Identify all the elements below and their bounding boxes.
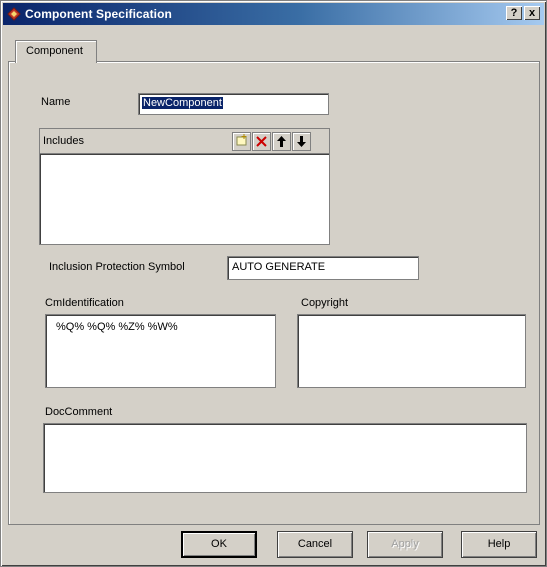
- close-button[interactable]: x: [524, 6, 540, 20]
- component-specification-dialog: Component Specification ? x Component Na…: [0, 0, 547, 567]
- tab-component-label: Component: [26, 45, 83, 57]
- apply-button[interactable]: Apply: [367, 531, 443, 558]
- help-title-button[interactable]: ?: [506, 6, 522, 20]
- copyright-label: Copyright: [301, 297, 349, 309]
- window-title: Component Specification: [25, 7, 172, 21]
- includes-header: Includes: [39, 128, 330, 154]
- move-down-button[interactable]: [292, 132, 311, 151]
- doc-comment-label: DocComment: [45, 406, 113, 418]
- inclusion-protection-label: Inclusion Protection Symbol: [49, 261, 185, 273]
- cancel-button[interactable]: Cancel: [277, 531, 353, 558]
- new-item-icon: [236, 134, 247, 146]
- new-include-button[interactable]: [232, 132, 251, 151]
- title-bar[interactable]: Component Specification ? x: [3, 3, 544, 25]
- name-value: NewComponent: [142, 97, 223, 109]
- includes-list[interactable]: [39, 153, 330, 245]
- cm-identification-value: %Q% %Q% %Z% %W%: [56, 321, 178, 333]
- includes-label: Includes: [43, 135, 84, 147]
- cm-identification-label: CmIdentification: [45, 297, 124, 309]
- delete-icon: [256, 136, 267, 147]
- name-input[interactable]: NewComponent: [138, 93, 329, 115]
- ok-button[interactable]: OK: [181, 531, 257, 558]
- doc-comment-textarea[interactable]: [43, 423, 527, 493]
- name-label: Name: [41, 96, 71, 108]
- copyright-textarea[interactable]: [297, 314, 526, 388]
- inclusion-protection-value: AUTO GENERATE: [232, 261, 326, 273]
- inclusion-protection-input[interactable]: AUTO GENERATE: [227, 256, 419, 280]
- arrow-up-icon: [277, 136, 286, 147]
- arrow-down-icon: [297, 136, 306, 147]
- help-button[interactable]: Help: [461, 531, 537, 558]
- cm-identification-textarea[interactable]: %Q% %Q% %Z% %W%: [45, 314, 276, 388]
- move-up-button[interactable]: [272, 132, 291, 151]
- tab-component[interactable]: Component: [15, 40, 97, 63]
- delete-include-button[interactable]: [252, 132, 271, 151]
- app-icon: [7, 7, 21, 21]
